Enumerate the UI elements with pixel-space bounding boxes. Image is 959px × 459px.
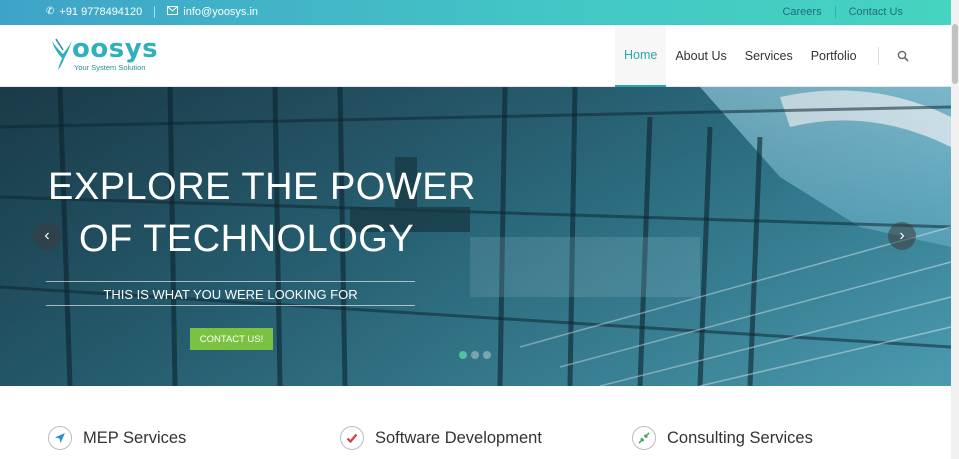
- service-mep[interactable]: MEP Services: [48, 426, 186, 450]
- nav-item-portfolio[interactable]: Portfolio: [802, 25, 866, 87]
- hero-divider-bottom: [46, 305, 415, 306]
- site-header: oosys Your System Solution Home About Us…: [0, 25, 951, 87]
- envelope-icon: [167, 6, 179, 18]
- service-label: Software Development: [375, 428, 542, 447]
- nav-item-services[interactable]: Services: [736, 25, 802, 87]
- services-section: MEP Services Software Development Consul…: [0, 386, 951, 459]
- contact-us-link[interactable]: Contact Us: [849, 6, 903, 18]
- chevron-left-icon: ‹: [44, 227, 50, 244]
- contact-divider: [154, 6, 156, 18]
- search-button[interactable]: [891, 25, 915, 87]
- hero-subtitle: THIS IS WHAT YOU WERE LOOKING FOR: [103, 287, 358, 302]
- chevron-right-icon: ›: [899, 227, 905, 244]
- top-links: Careers Contact Us: [782, 6, 903, 18]
- slider-dot-2[interactable]: [471, 351, 479, 359]
- contact-info: ✆ +91 9778494120 info@yoosys.in: [46, 6, 258, 18]
- slider-prev-button[interactable]: ‹: [33, 222, 61, 250]
- logo-wordmark: oosys: [72, 34, 159, 64]
- site-logo[interactable]: oosys Your System Solution: [50, 34, 170, 75]
- search-icon: [897, 50, 909, 62]
- hero-slider: EXPLORE THE POWER OF TECHNOLOGY THIS IS …: [0, 87, 951, 386]
- hero-title-line1: EXPLORE THE POWER: [48, 166, 477, 208]
- phone-number: +91 9778494120: [59, 6, 143, 18]
- service-icon-circle: [48, 426, 72, 450]
- service-icon-circle: [632, 426, 656, 450]
- scrollbar-thumb[interactable]: [952, 24, 958, 84]
- phone-contact[interactable]: ✆ +91 9778494120: [46, 6, 142, 18]
- slider-dot-3[interactable]: [483, 351, 491, 359]
- page-scrollbar[interactable]: [951, 0, 959, 459]
- nav-item-home[interactable]: Home: [615, 25, 667, 87]
- nav-item-about-us[interactable]: About Us: [666, 25, 735, 87]
- checkmark-icon: [346, 433, 358, 444]
- service-software-development[interactable]: Software Development: [340, 426, 542, 450]
- main-nav: Home About Us Services Portfolio: [615, 25, 915, 87]
- logo-tagline: Your System Solution: [74, 63, 146, 72]
- nav-divider: [877, 47, 879, 65]
- careers-link[interactable]: Careers: [782, 6, 821, 18]
- top-links-divider: [834, 6, 836, 18]
- phone-icon: ✆: [46, 6, 55, 17]
- service-label: MEP Services: [83, 428, 187, 447]
- service-icon-circle: [340, 426, 364, 450]
- hero-title-line2: OF TECHNOLOGY: [79, 218, 415, 260]
- arrows-inward-icon: [638, 432, 650, 444]
- hero-divider-top: [46, 281, 415, 282]
- email-address: info@yoosys.in: [183, 6, 259, 18]
- slider-pagination: [459, 351, 491, 359]
- service-consulting[interactable]: Consulting Services: [632, 426, 813, 450]
- slider-next-button[interactable]: ›: [888, 222, 916, 250]
- slider-dot-1[interactable]: [459, 351, 467, 359]
- navigation-arrow-icon: [55, 433, 65, 443]
- top-bar: ✆ +91 9778494120 info@yoosys.in Careers …: [0, 0, 951, 25]
- email-contact[interactable]: info@yoosys.in: [167, 6, 258, 18]
- contact-us-button[interactable]: CONTACT US!: [190, 328, 273, 350]
- service-label: Consulting Services: [667, 428, 813, 447]
- logo-y-mark-icon: [52, 38, 72, 70]
